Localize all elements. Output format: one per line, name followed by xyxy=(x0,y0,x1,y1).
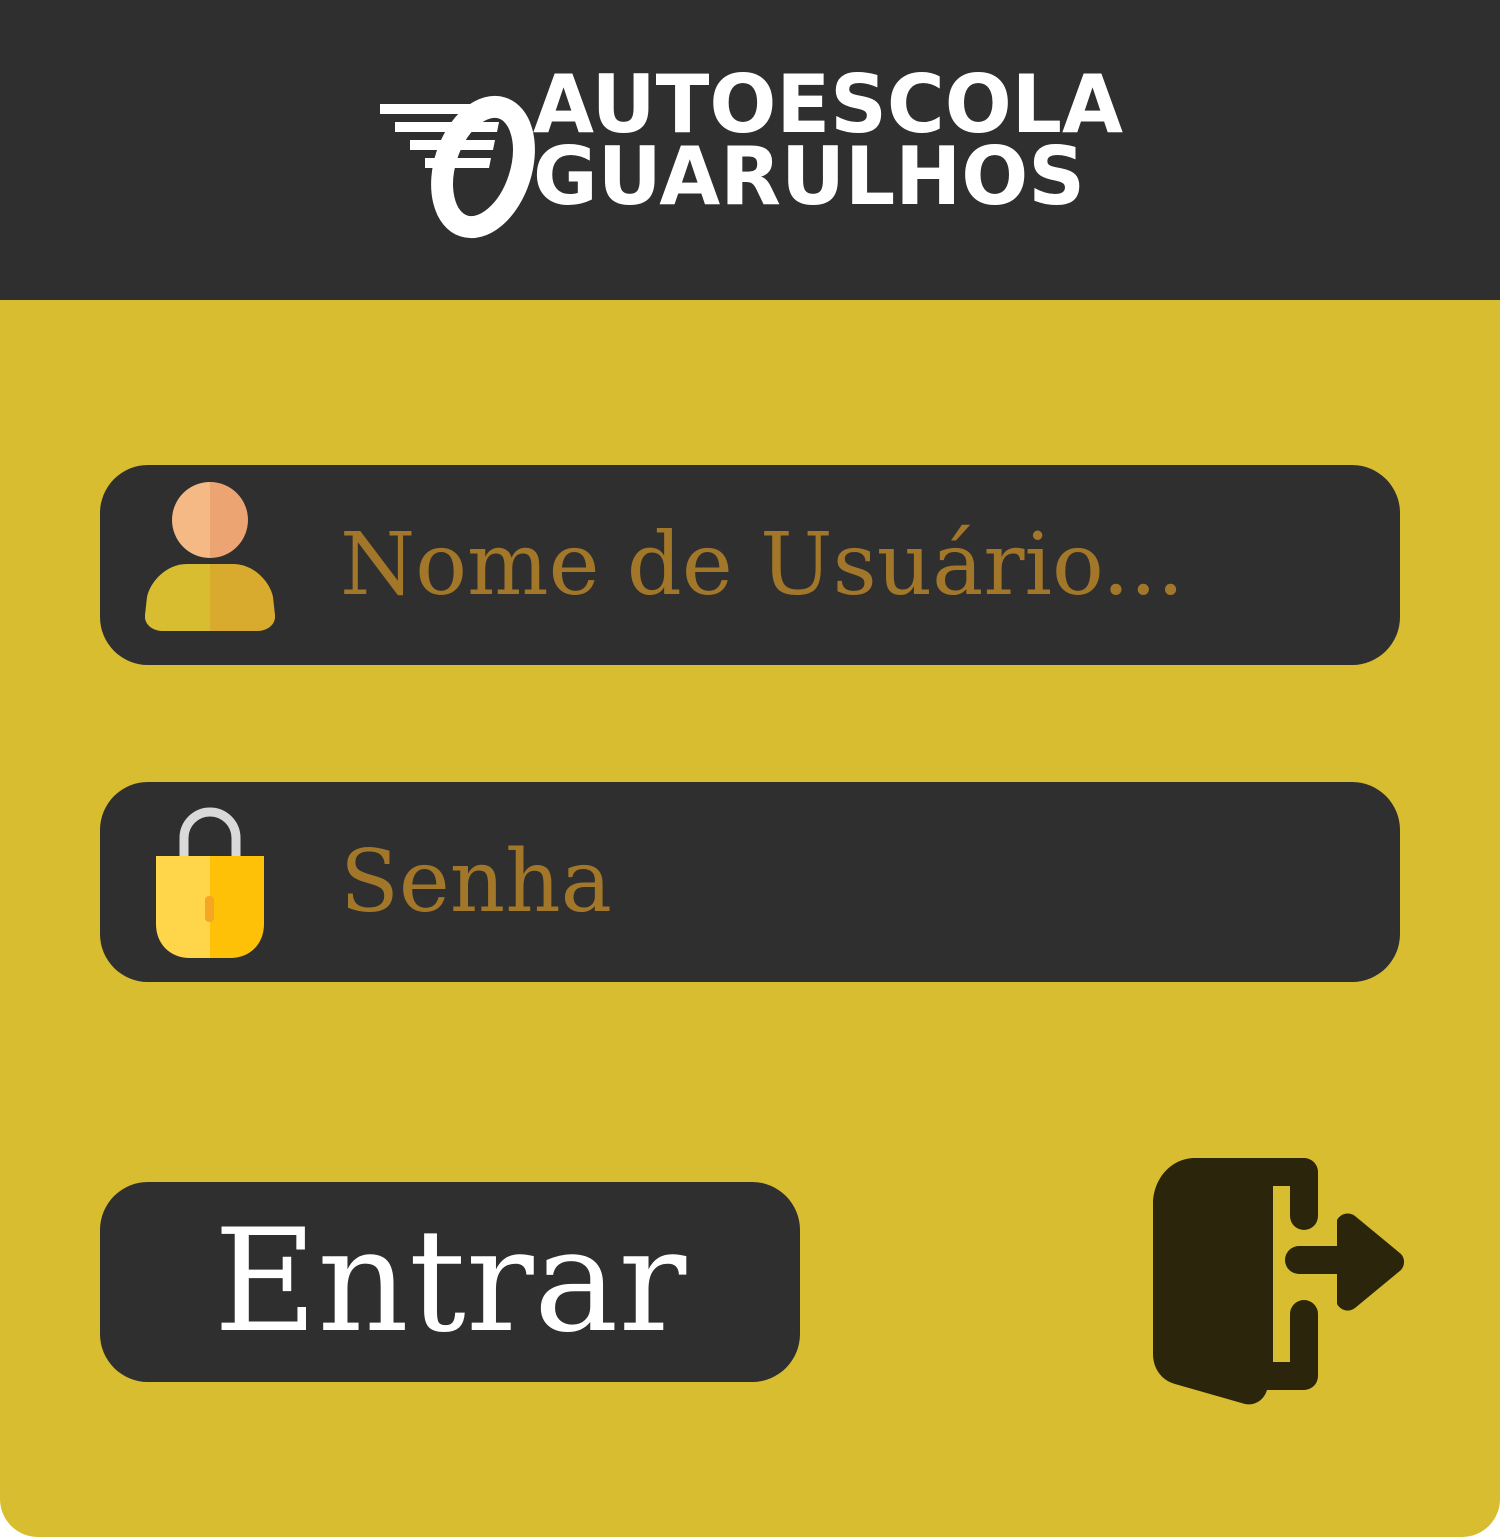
user-icon xyxy=(145,482,275,631)
header-bar: AUTOESCOLA GUARULHOS xyxy=(0,0,1500,300)
exit-door-icon xyxy=(1153,1158,1405,1405)
login-button[interactable]: Entrar xyxy=(100,1182,800,1382)
exit-button[interactable] xyxy=(1145,1150,1405,1412)
password-field xyxy=(100,782,1400,982)
login-window: AUTOESCOLA GUARULHOS Entrar xyxy=(0,0,1500,1537)
autoescola-guarulhos-logo: AUTOESCOLA GUARULHOS xyxy=(380,62,1123,239)
svg-text:GUARULHOS: GUARULHOS xyxy=(533,130,1085,223)
lock-icon xyxy=(156,807,264,958)
password-input[interactable] xyxy=(340,782,1350,982)
username-input[interactable] xyxy=(340,465,1350,665)
username-field xyxy=(100,465,1400,665)
